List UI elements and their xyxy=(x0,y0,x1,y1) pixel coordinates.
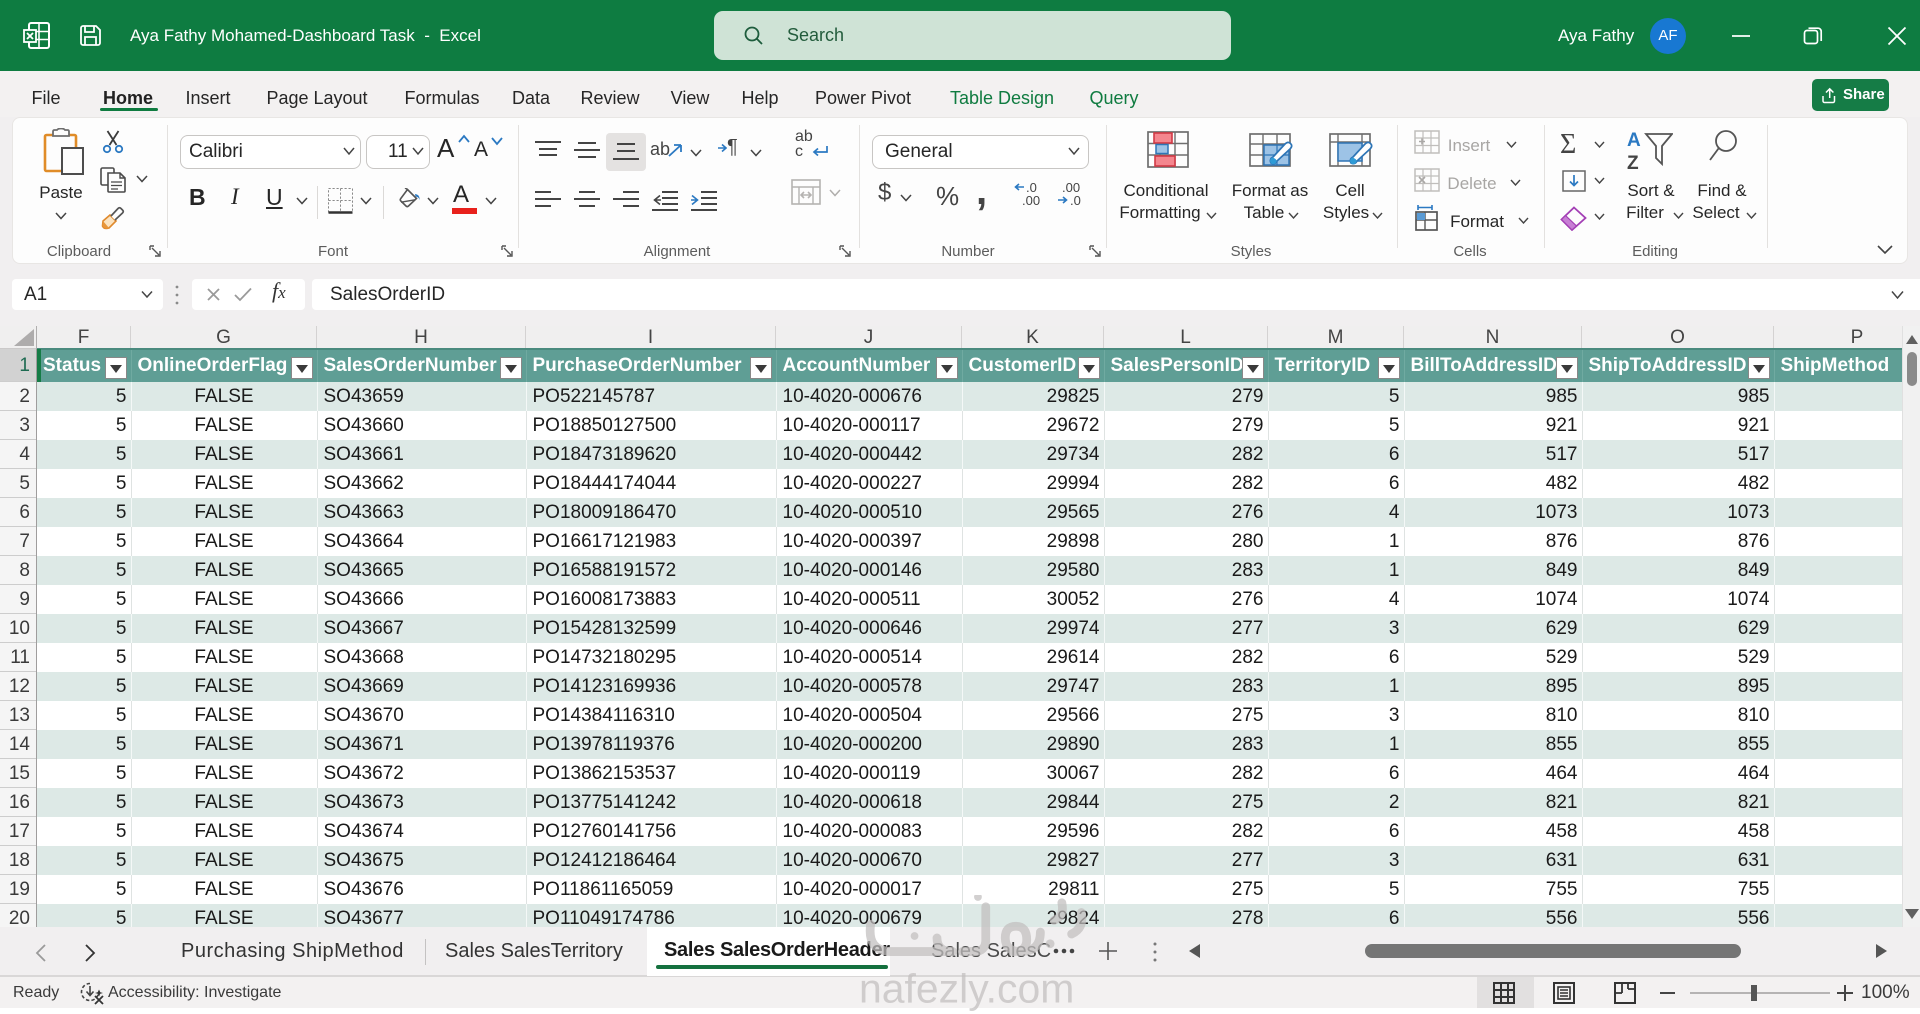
svg-text:A: A xyxy=(1627,130,1641,151)
svg-text:.0: .0 xyxy=(1070,193,1081,207)
svg-text:.00: .00 xyxy=(1022,193,1040,207)
svg-text:Z: Z xyxy=(1627,153,1639,170)
